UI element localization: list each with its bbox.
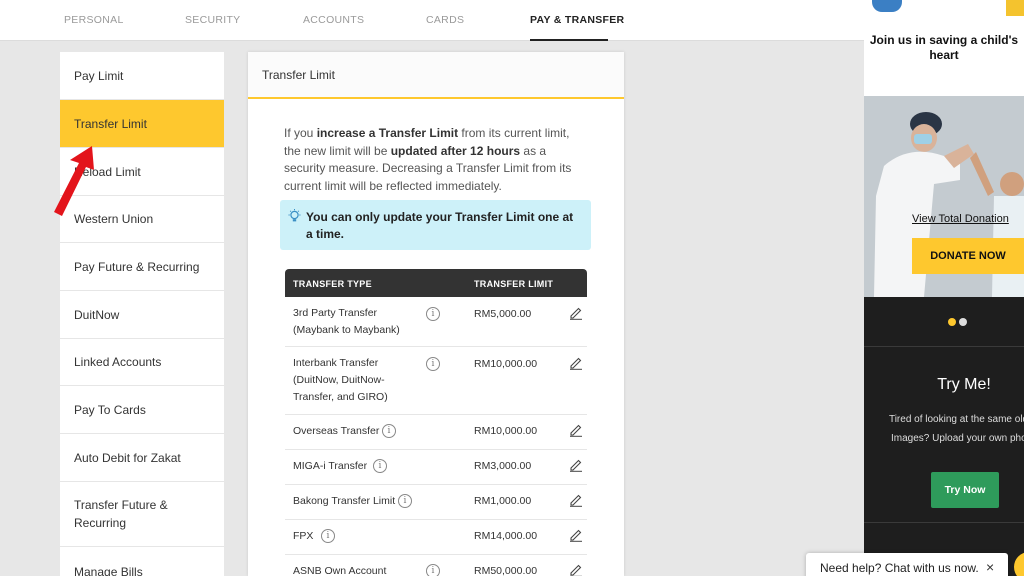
transfer-type: ASNB Own Account: [293, 565, 387, 576]
sidebar-item-label: Linked Accounts: [74, 355, 162, 369]
edit-pencil-icon[interactable]: [569, 563, 583, 576]
donation-photo: View Total Donation DONATE NOW: [864, 96, 1024, 297]
transfer-limit-value: RM50,000.00: [474, 565, 538, 576]
info-note-text: You can only update your Transfer Limit …: [306, 210, 574, 241]
sidebar-item-pay-limit[interactable]: Pay Limit: [60, 52, 224, 100]
carousel-dot[interactable]: [959, 318, 967, 326]
sidebar-item-label: Transfer Future & Recurring: [74, 498, 168, 530]
edit-pencil-icon[interactable]: [569, 356, 583, 370]
sidebar: Pay Limit Transfer Limit Reload Limit We…: [60, 52, 224, 576]
info-icon[interactable]: i: [382, 424, 396, 438]
table-row: FPX i RM14,000.00: [285, 520, 587, 555]
edit-pencil-icon[interactable]: [569, 423, 583, 437]
partner-logo: [1006, 0, 1024, 16]
table-row: Overseas Transfer i RM10,000.00: [285, 415, 587, 450]
tab-cards[interactable]: CARDS: [426, 14, 464, 26]
sidebar-item-auto-debit-zakat[interactable]: Auto Debit for Zakat: [60, 434, 224, 482]
active-tab-indicator: [530, 39, 608, 41]
info-note: You can only update your Transfer Limit …: [280, 200, 591, 250]
tab-personal[interactable]: PERSONAL: [64, 14, 124, 26]
info-icon[interactable]: i: [398, 494, 412, 508]
sidebar-item-transfer-future-recurring[interactable]: Transfer Future & Recurring: [60, 482, 224, 547]
sidebar-item-label: DuitNow: [74, 307, 120, 322]
tab-accounts[interactable]: ACCOUNTS: [303, 14, 364, 26]
sidebar-item-pay-future-recurring[interactable]: Pay Future & Recurring: [60, 243, 224, 291]
table-row: Interbank Transfer (DuitNow, DuitNow-Tra…: [285, 347, 587, 415]
tab-pay-transfer[interactable]: PAY & TRANSFER: [530, 14, 624, 26]
info-icon[interactable]: i: [373, 459, 387, 473]
carousel-dot-active[interactable]: [948, 318, 956, 326]
divider: [864, 522, 1024, 523]
top-nav: PERSONAL SECURITY ACCOUNTS CARDS PAY & T…: [0, 0, 864, 41]
close-icon[interactable]: ×: [986, 559, 994, 575]
red-arrow-annotation: [54, 146, 94, 216]
transfer-limit-value: RM14,000.00: [474, 530, 538, 542]
transfer-limit-value: RM1,000.00: [474, 495, 532, 507]
table-row: MIGA-i Transfer i RM3,000.00: [285, 450, 587, 485]
info-icon[interactable]: i: [321, 529, 335, 543]
donation-headline: Join us in saving a child's heart: [869, 33, 1019, 62]
donate-now-button[interactable]: DONATE NOW: [912, 238, 1024, 274]
lightbulb-icon: [288, 209, 301, 222]
transfer-limit-value: RM5,000.00: [474, 308, 532, 320]
transfer-type: 3rd Party Transfer (Maybank to Maybank): [293, 307, 400, 336]
table-row: ASNB Own Account i RM50,000.00: [285, 555, 587, 576]
try-now-button[interactable]: Try Now: [931, 472, 999, 508]
edit-pencil-icon[interactable]: [569, 458, 583, 472]
sidebar-item-manage-bills[interactable]: Manage Bills: [60, 547, 224, 576]
transfer-limit-panel: Transfer Limit If you increase a Transfe…: [248, 52, 624, 576]
table-header: TRANSFER TYPE TRANSFER LIMIT: [285, 269, 587, 297]
table-row: Bakong Transfer Limit i RM1,000.00: [285, 485, 587, 520]
intro-text: If you increase a Transfer Limit from it…: [284, 126, 572, 193]
sidebar-item-label: Pay Future & Recurring: [74, 259, 200, 274]
transfer-type: MIGA-i Transfer: [293, 460, 368, 472]
edit-pencil-icon[interactable]: [569, 493, 583, 507]
charity-logo: [872, 0, 902, 12]
transfer-limit-table: TRANSFER TYPE TRANSFER LIMIT 3rd Party T…: [285, 269, 587, 576]
panel-title: Transfer Limit: [248, 52, 624, 99]
promo-sidebar: Join us in saving a child's heart View T…: [864, 0, 1024, 576]
sidebar-item-label: Pay To Cards: [74, 402, 146, 417]
transfer-type: Bakong Transfer Limit: [293, 495, 396, 507]
sidebar-item-label: Manage Bills: [74, 565, 143, 576]
info-icon[interactable]: i: [426, 357, 440, 371]
chat-help-widget[interactable]: Need help? Chat with us now. ×: [806, 553, 1008, 576]
edit-pencil-icon[interactable]: [569, 528, 583, 542]
sidebar-item-label: Auto Debit for Zakat: [74, 450, 181, 465]
transfer-type: Interbank Transfer (DuitNow, DuitNow-Tra…: [293, 357, 388, 403]
sidebar-item-pay-to-cards[interactable]: Pay To Cards: [60, 386, 224, 434]
sidebar-item-label: Transfer Limit: [74, 116, 147, 131]
transfer-type: FPX: [293, 530, 314, 542]
info-icon[interactable]: i: [426, 307, 440, 321]
tab-security[interactable]: SECURITY: [185, 14, 241, 26]
view-total-donation-link[interactable]: View Total Donation: [912, 213, 1009, 225]
try-me-description: Tired of looking at the same old Securit…: [888, 414, 1024, 444]
column-header-limit: TRANSFER LIMIT: [474, 279, 554, 289]
transfer-limit-value: RM10,000.00: [474, 358, 538, 370]
transfer-limit-value: RM3,000.00: [474, 460, 532, 472]
edit-pencil-icon[interactable]: [569, 306, 583, 320]
transfer-limit-value: RM10,000.00: [474, 425, 538, 437]
donation-banner-header: Join us in saving a child's heart: [864, 0, 1024, 96]
divider: [864, 346, 1024, 347]
sidebar-item-duitnow[interactable]: DuitNow: [60, 291, 224, 339]
column-header-type: TRANSFER TYPE: [293, 279, 372, 289]
transfer-type: Overseas Transfer: [293, 425, 380, 437]
sidebar-item-label: Pay Limit: [74, 68, 124, 83]
chat-help-label: Need help? Chat with us now.: [820, 561, 979, 575]
carousel-dots: [948, 313, 970, 331]
try-me-title: Try Me!: [937, 376, 991, 393]
sidebar-item-linked-accounts[interactable]: Linked Accounts: [60, 339, 224, 386]
table-row: 3rd Party Transfer (Maybank to Maybank) …: [285, 297, 587, 347]
info-icon[interactable]: i: [426, 564, 440, 576]
